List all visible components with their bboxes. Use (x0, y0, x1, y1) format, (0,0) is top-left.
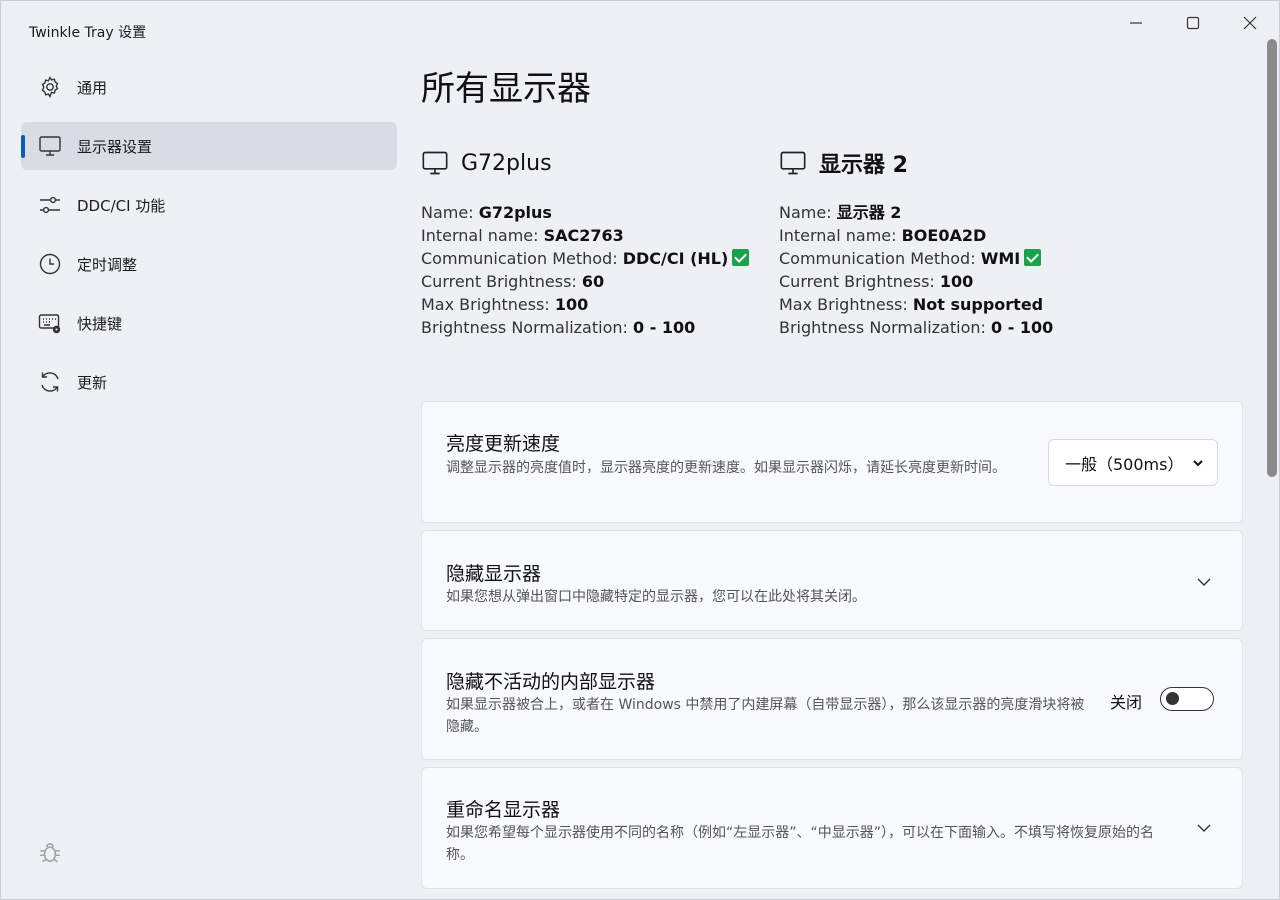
maximize-icon (1186, 16, 1200, 30)
monitor-name-value: 显示器 2 (836, 203, 902, 222)
monitor-norm-value: 0 - 100 (990, 318, 1054, 337)
sidebar-item-display-settings[interactable]: 显示器设置 (21, 122, 397, 170)
sidebar-item-label: DDC/CI 功能 (77, 196, 166, 215)
monitor-internal-row: Internal name: BOE0A2D (779, 226, 987, 245)
monitor-info-2: 显示器 2 Name: 显示器 2 Internal name: BOE0A2D… (779, 147, 1119, 339)
monitor-method-value: WMI (980, 249, 1021, 268)
monitor-norm-row: Brightness Normalization: 0 - 100 (779, 318, 1054, 337)
rename-displays-card[interactable]: 重命名显示器 如果您希望每个显示器使用不同的名称（例如“左显示器”、“中显示器”… (421, 767, 1243, 889)
monitor-title: 显示器 2 (819, 153, 908, 178)
monitor-current-value: 60 (581, 272, 605, 291)
chevron-down-icon[interactable] (1196, 574, 1212, 590)
sidebar-item-schedule[interactable]: 定时调整 (21, 240, 397, 288)
sidebar-item-update[interactable]: 更新 (21, 358, 397, 406)
monitor-icon (780, 151, 806, 175)
monitor-norm-value: 0 - 100 (632, 318, 696, 337)
sidebar-item-label: 更新 (77, 373, 108, 392)
monitor-icon (422, 151, 448, 175)
monitor-max-value: Not supported (912, 295, 1044, 314)
minimize-button[interactable] (1113, 9, 1159, 37)
sidebar-item-label: 显示器设置 (77, 137, 153, 156)
keyboard-gear-icon (37, 310, 63, 336)
monitor-internal-value: BOE0A2D (901, 226, 987, 245)
sidebar-item-label: 快捷键 (77, 314, 123, 333)
select-value: 一般（500ms） (1065, 454, 1184, 474)
monitor-internal-value: SAC2763 (543, 226, 624, 245)
toggle-label: 关闭 (1110, 693, 1143, 712)
sidebar-item-label: 通用 (77, 78, 108, 97)
update-rate-select[interactable]: 一般（500ms） (1048, 439, 1218, 486)
sidebar-item-ddc[interactable]: DDC/CI 功能 (21, 181, 397, 229)
refresh-icon (37, 369, 63, 395)
monitor-method-row: Communication Method: WMI (779, 247, 1119, 270)
check-icon (732, 249, 750, 266)
window-title: Twinkle Tray 设置 (29, 25, 147, 41)
hide-displays-card[interactable]: 隐藏显示器 如果您想从弹出窗口中隐藏特定的显示器，您可以在此处将其关闭。 (421, 530, 1243, 631)
card-title: 隐藏不活动的内部显示器 (446, 671, 656, 693)
card-description: 如果您希望每个显示器使用不同的名称（例如“左显示器”、“中显示器”），可以在下面… (446, 825, 1155, 863)
monitor-current-row: Current Brightness: 60 (421, 272, 605, 291)
monitor-info-1: G72plus Name: G72plus Internal name: SAC… (421, 147, 761, 339)
hide-internal-toggle[interactable] (1160, 687, 1214, 711)
close-icon (1243, 16, 1257, 30)
bug-icon[interactable] (37, 839, 63, 869)
sliders-icon (37, 192, 63, 218)
monitor-current-value: 100 (939, 272, 974, 291)
monitor-title: G72plus (461, 150, 552, 176)
close-button[interactable] (1227, 9, 1273, 37)
toggle-knob (1166, 692, 1179, 705)
settings-window: Twinkle Tray 设置 通用 显示器设置 DDC/CI 功能 定时调整 … (0, 0, 1280, 900)
maximize-button[interactable] (1170, 9, 1216, 37)
check-icon (1024, 249, 1042, 266)
sidebar-nav: 通用 显示器设置 DDC/CI 功能 定时调整 快捷键 更新 (21, 63, 397, 417)
monitor-max-row: Max Brightness: 100 (421, 295, 589, 314)
card-title: 重命名显示器 (446, 799, 561, 821)
scrollbar-thumb[interactable] (1267, 39, 1277, 477)
sidebar-item-general[interactable]: 通用 (21, 63, 397, 111)
card-description: 如果您想从弹出窗口中隐藏特定的显示器，您可以在此处将其关闭。 (446, 589, 866, 605)
monitor-internal-row: Internal name: SAC2763 (421, 226, 624, 245)
clock-icon (37, 251, 63, 277)
gear-icon (37, 74, 63, 100)
monitor-max-value: 100 (554, 295, 589, 314)
card-title: 隐藏显示器 (446, 563, 542, 585)
monitor-max-row: Max Brightness: Not supported (779, 295, 1044, 314)
monitor-name-row: Name: G72plus (421, 203, 552, 222)
sidebar-item-label: 定时调整 (77, 255, 138, 274)
monitor-name-row: Name: 显示器 2 (779, 203, 902, 222)
minimize-icon (1130, 22, 1142, 24)
chevron-down-icon[interactable] (1196, 820, 1212, 836)
sidebar-item-hotkeys[interactable]: 快捷键 (21, 299, 397, 347)
card-description: 如果显示器被合上，或者在 Windows 中禁用了内建屏幕（自带显示器），那么该… (446, 697, 1085, 735)
monitor-method-value: DDC/CI (HL) (622, 249, 729, 268)
update-rate-card: 亮度更新速度 调整显示器的亮度值时，显示器亮度的更新速度。如果显示器闪烁，请延长… (421, 401, 1243, 523)
card-description: 调整显示器的亮度值时，显示器亮度的更新速度。如果显示器闪烁，请延长亮度更新时间。 (446, 460, 1006, 476)
hide-internal-card: 隐藏不活动的内部显示器 如果显示器被合上，或者在 Windows 中禁用了内建屏… (421, 638, 1243, 760)
page-title: 所有显示器 (421, 69, 591, 109)
monitor-name-value: G72plus (478, 203, 552, 222)
monitor-norm-row: Brightness Normalization: 0 - 100 (421, 318, 696, 337)
chevron-down-icon (1193, 460, 1203, 467)
monitor-method-row: Communication Method: DDC/CI (HL) (421, 247, 761, 270)
monitor-current-row: Current Brightness: 100 (779, 272, 974, 291)
monitor-icon (37, 133, 63, 159)
card-title: 亮度更新速度 (446, 433, 561, 455)
